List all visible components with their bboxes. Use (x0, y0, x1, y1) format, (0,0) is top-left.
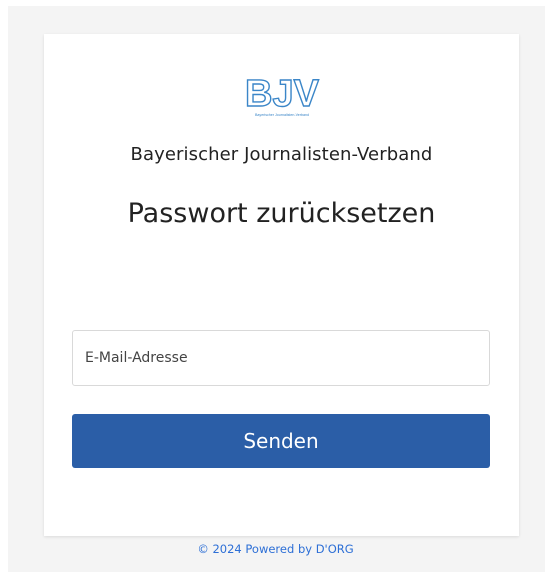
logo-text: BJV (245, 73, 320, 115)
email-field[interactable] (72, 330, 490, 386)
powered-by-link[interactable]: © 2024 Powered by D'ORG (197, 542, 353, 556)
footer: © 2024 Powered by D'ORG (0, 542, 551, 556)
bjv-logo: BJV Bayerischer Journalisten-Verband (244, 72, 320, 117)
send-button[interactable]: Senden (72, 414, 490, 468)
logo-subtext: Bayerischer Journalisten-Verband (255, 113, 309, 117)
reset-password-card: BJV Bayerischer Journalisten-Verband Bay… (44, 34, 519, 536)
organization-name: Bayerischer Journalisten-Verband (130, 144, 433, 165)
page-title: Passwort zurücksetzen (127, 198, 436, 229)
